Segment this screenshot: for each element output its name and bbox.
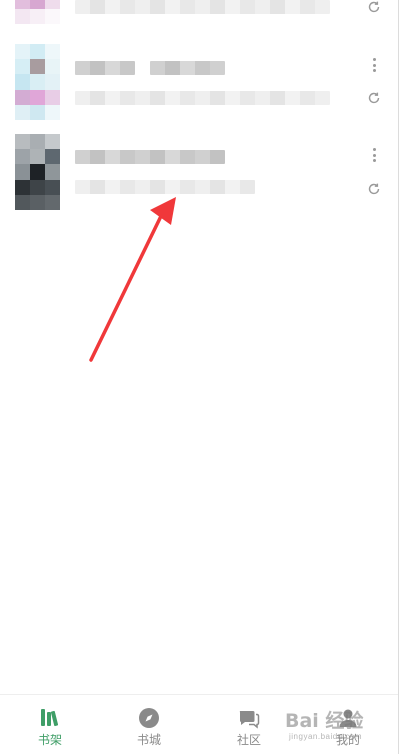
tab-label: 社区: [236, 733, 261, 747]
chat-bubble-icon: [239, 711, 260, 729]
tab-label: 书城: [136, 733, 161, 747]
tab-bookstore[interactable]: 书城: [119, 695, 179, 755]
compass-icon: [139, 708, 159, 728]
tab-bookshelf[interactable]: 书架: [20, 695, 80, 755]
tab-label: 书架: [37, 733, 62, 747]
annotation-arrow: [89, 197, 176, 362]
watermark-url: jingyan.baidu.com: [289, 732, 362, 741]
bookshelf-icon: [41, 709, 59, 727]
watermark-logo: Bai 经验 jingyan.baidu.com: [283, 702, 378, 750]
tab-community[interactable]: 社区: [219, 695, 279, 755]
watermark-brand: Bai 经验: [285, 710, 364, 732]
